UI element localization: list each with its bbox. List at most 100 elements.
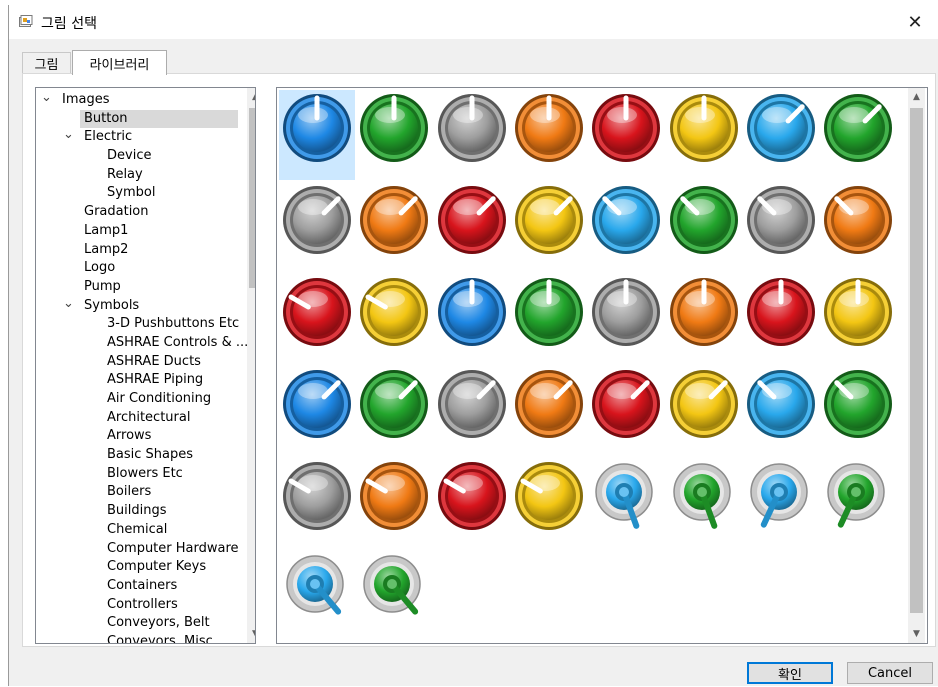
gallery-item[interactable]: [820, 90, 896, 180]
gallery-item[interactable]: [743, 90, 819, 180]
tree-item[interactable]: Lamp2: [36, 241, 247, 260]
tree-item[interactable]: Device: [36, 147, 247, 166]
tree-item-label: Symbol: [107, 185, 156, 201]
knob-button-icon: [669, 186, 738, 254]
gallery-item[interactable]: [743, 274, 819, 364]
gallery-item[interactable]: [820, 182, 896, 272]
gallery-item[interactable]: [588, 458, 664, 548]
tree-item[interactable]: Arrows: [36, 427, 247, 446]
tree-item[interactable]: Gradation: [36, 203, 247, 222]
tree-item[interactable]: Pump: [36, 278, 247, 297]
tree-item[interactable]: Architectural: [36, 409, 247, 428]
gallery-item[interactable]: [588, 182, 664, 272]
scrollbar-thumb[interactable]: [249, 108, 255, 288]
tree-item-label: ASHRAE Piping: [107, 372, 204, 388]
image-gallery[interactable]: ▲ ▼: [276, 87, 928, 644]
tree-item[interactable]: Air Conditioning: [36, 390, 247, 409]
gallery-item[interactable]: [434, 366, 510, 456]
chevron-down-icon[interactable]: ⌄: [63, 128, 74, 147]
tree-item[interactable]: Computer Hardware: [36, 540, 247, 559]
gallery-item[interactable]: [743, 366, 819, 456]
gallery-item[interactable]: [511, 182, 587, 272]
tree-item[interactable]: Chemical: [36, 521, 247, 540]
gallery-item[interactable]: [356, 274, 432, 364]
knob-button-icon: [592, 370, 661, 438]
gallery-item[interactable]: [434, 90, 510, 180]
tree-item[interactable]: Conveyors, Misc: [36, 633, 247, 643]
gallery-item[interactable]: [743, 458, 819, 548]
knob-button-icon: [437, 94, 506, 162]
gallery-item[interactable]: [279, 182, 355, 272]
app-icon: [19, 15, 33, 27]
gallery-item[interactable]: [743, 182, 819, 272]
gallery-item[interactable]: [820, 366, 896, 456]
gallery-item[interactable]: [279, 274, 355, 364]
tree-item[interactable]: Blowers Etc: [36, 465, 247, 484]
tree-item[interactable]: Basic Shapes: [36, 446, 247, 465]
gallery-item[interactable]: [356, 90, 432, 180]
scroll-down-icon[interactable]: ▼: [908, 625, 925, 642]
gallery-item[interactable]: [434, 274, 510, 364]
tree-item[interactable]: Containers: [36, 577, 247, 596]
tree-item[interactable]: Conveyors, Belt: [36, 614, 247, 633]
tree-item[interactable]: Button: [36, 109, 247, 129]
gallery-scrollbar[interactable]: ▲ ▼: [908, 88, 925, 643]
chevron-down-icon[interactable]: ⌄: [63, 297, 74, 316]
gallery-item[interactable]: [279, 366, 355, 456]
tree-item-label: Images: [62, 92, 110, 107]
category-tree[interactable]: ⌄ Images Button ⌄ Electric Device Relay Symbol G…: [35, 87, 256, 644]
tree-item[interactable]: Symbol: [36, 184, 247, 203]
tab-picture[interactable]: 그림: [22, 52, 71, 73]
tree-item[interactable]: ⌄ Symbols: [36, 297, 247, 316]
gallery-item[interactable]: [279, 458, 355, 548]
cancel-button[interactable]: Cancel: [847, 662, 933, 684]
gallery-item[interactable]: [820, 458, 896, 548]
close-button[interactable]: ✕: [892, 5, 938, 39]
knob-button-icon: [592, 186, 661, 254]
tree-item[interactable]: Buildings: [36, 502, 247, 521]
gallery-item[interactable]: [356, 366, 432, 456]
gallery-item[interactable]: [511, 274, 587, 364]
gallery-item[interactable]: [434, 458, 510, 548]
tree-item[interactable]: ASHRAE Piping: [36, 371, 247, 390]
ok-button[interactable]: 확인: [747, 662, 833, 684]
scrollbar-thumb[interactable]: [910, 108, 923, 613]
gallery-item[interactable]: [434, 182, 510, 272]
gallery-item[interactable]: [666, 274, 742, 364]
gallery-item[interactable]: [356, 550, 432, 640]
scroll-down-icon[interactable]: ▼: [247, 625, 255, 642]
tree-item[interactable]: ⌄ Images: [36, 91, 247, 110]
tree-item[interactable]: Boilers: [36, 483, 247, 502]
gallery-item[interactable]: [511, 366, 587, 456]
gallery-item[interactable]: [820, 274, 896, 364]
gallery-item[interactable]: [279, 90, 355, 180]
gallery-item[interactable]: [666, 366, 742, 456]
tree-item[interactable]: ⌄ Electric: [36, 128, 247, 147]
tree-item[interactable]: Computer Keys: [36, 558, 247, 577]
tab-library[interactable]: 라이브러리: [72, 50, 167, 75]
tree-item[interactable]: Relay: [36, 166, 247, 185]
tree-item[interactable]: 3-D Pushbuttons Etc: [36, 315, 247, 334]
tree-item[interactable]: Controllers: [36, 596, 247, 615]
gallery-item[interactable]: [588, 274, 664, 364]
knob-button-icon: [283, 186, 351, 254]
tree-item-label: Computer Keys: [107, 559, 207, 575]
scroll-up-icon[interactable]: ▲: [247, 88, 255, 105]
gallery-item[interactable]: [279, 550, 355, 640]
gallery-item[interactable]: [511, 90, 587, 180]
tree-item[interactable]: ASHRAE Ducts: [36, 353, 247, 372]
gallery-item[interactable]: [356, 458, 432, 548]
gallery-item[interactable]: [356, 182, 432, 272]
tree-scrollbar[interactable]: ▲ ▼: [247, 88, 255, 643]
gallery-item[interactable]: [666, 182, 742, 272]
tree-item[interactable]: Logo: [36, 259, 247, 278]
gallery-item[interactable]: [666, 458, 742, 548]
gallery-item[interactable]: [588, 90, 664, 180]
tree-item[interactable]: ASHRAE Controls & ...: [36, 334, 248, 353]
gallery-item[interactable]: [511, 458, 587, 548]
gallery-item[interactable]: [666, 90, 742, 180]
scroll-up-icon[interactable]: ▲: [908, 88, 925, 105]
tree-item[interactable]: Lamp1: [36, 222, 247, 241]
gallery-item[interactable]: [588, 366, 664, 456]
chevron-down-icon[interactable]: ⌄: [41, 91, 52, 110]
